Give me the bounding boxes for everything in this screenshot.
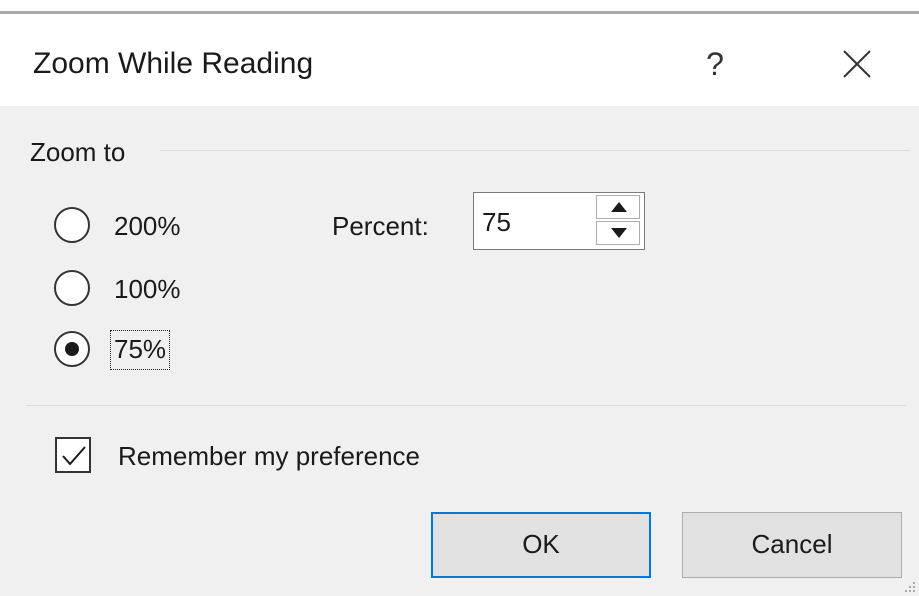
resize-grip-icon[interactable]	[901, 578, 917, 594]
radio-label-200[interactable]: 200%	[114, 210, 181, 242]
triangle-down-icon	[611, 228, 627, 238]
radio-button-selected[interactable]	[54, 331, 90, 367]
radio-button[interactable]	[54, 207, 90, 243]
zoom-dialog: Zoom While Reading ? Zoom to 200% 100% 7…	[0, 0, 919, 596]
radio-button[interactable]	[54, 270, 90, 306]
remember-preference-label[interactable]: Remember my preference	[118, 440, 420, 472]
section-divider	[26, 405, 906, 406]
spin-down-button[interactable]	[596, 221, 640, 245]
radio-label-100[interactable]: 100%	[114, 273, 181, 305]
radio-label-75[interactable]: 75%	[110, 330, 171, 370]
radio-selected-dot	[65, 342, 79, 356]
remember-preference-checkbox[interactable]	[55, 437, 91, 473]
dialog-title: Zoom While Reading	[33, 47, 314, 80]
checkmark-icon	[62, 446, 86, 466]
percent-label: Percent:	[332, 211, 429, 241]
spin-arrows	[594, 193, 644, 249]
zoom-to-group-label: Zoom to	[30, 137, 126, 167]
spin-up-button[interactable]	[596, 195, 640, 219]
percent-value[interactable]: 75	[482, 207, 511, 237]
window-top-border	[0, 0, 919, 14]
close-button[interactable]	[828, 36, 886, 92]
triangle-up-icon	[611, 202, 627, 212]
group-divider	[160, 150, 910, 151]
close-icon	[843, 50, 871, 78]
help-button[interactable]: ?	[690, 36, 740, 92]
percent-spinbox[interactable]: 75	[473, 192, 645, 250]
title-bar: Zoom While Reading ?	[0, 14, 919, 106]
cancel-button[interactable]: Cancel	[682, 512, 902, 578]
ok-button[interactable]: OK	[431, 512, 651, 578]
